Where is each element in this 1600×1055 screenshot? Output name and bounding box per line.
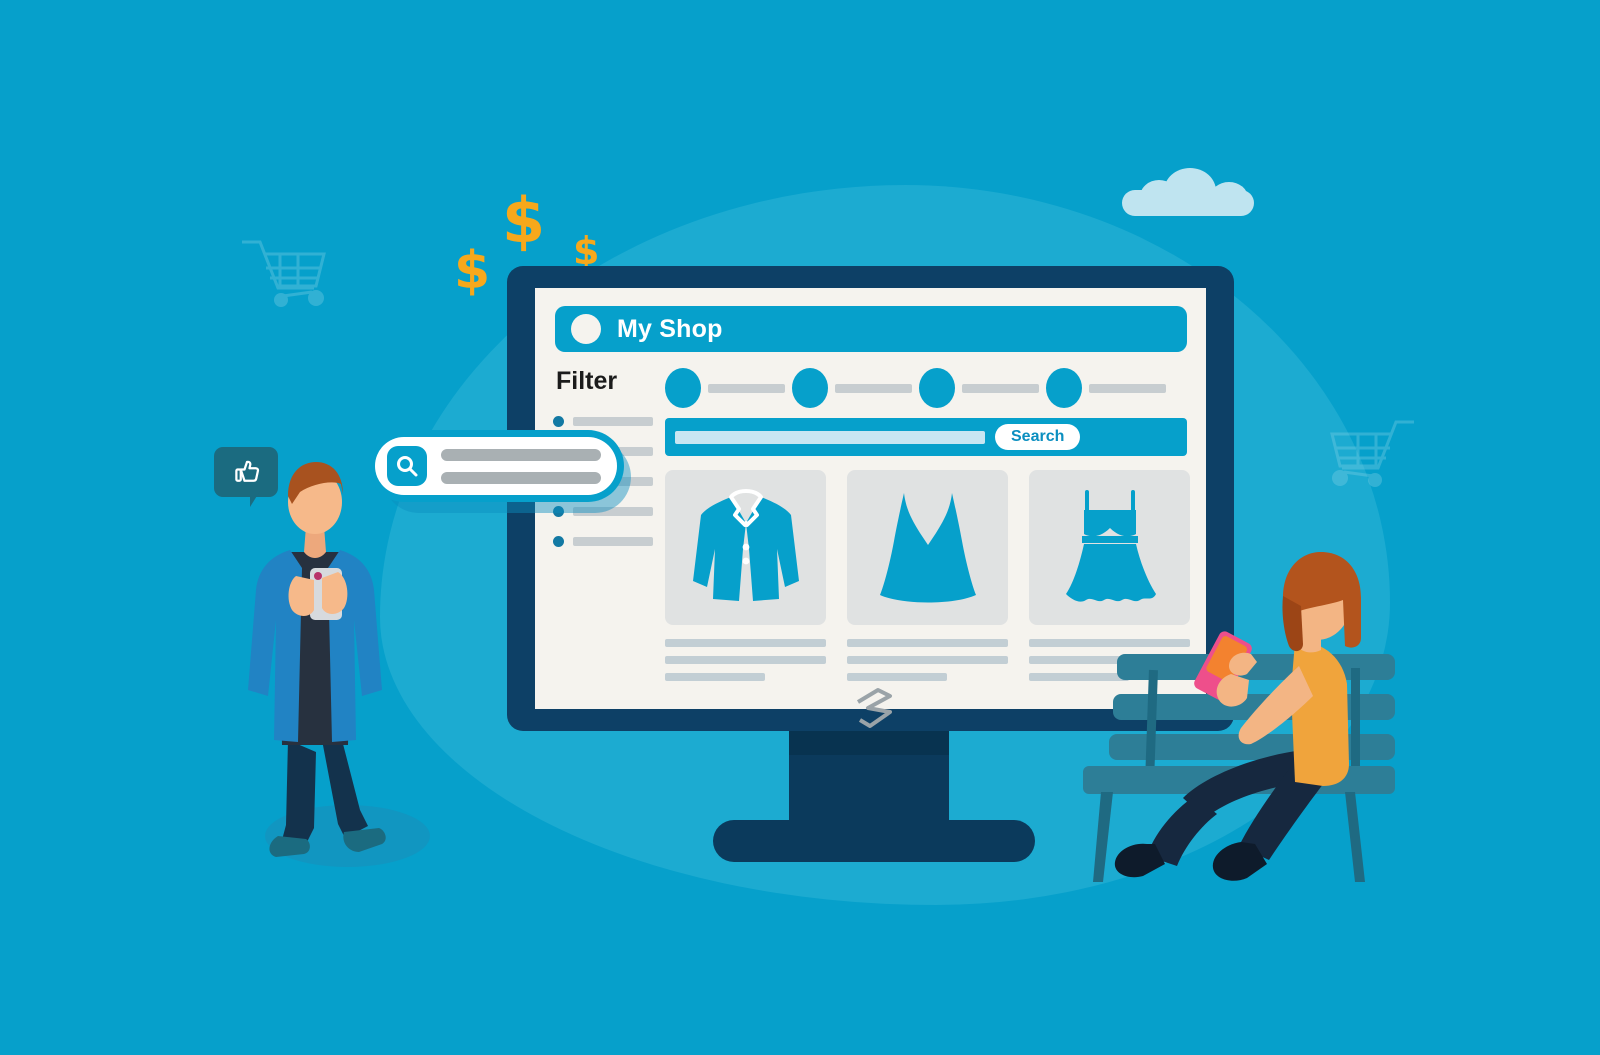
product-thumbnail (847, 470, 1008, 625)
dollar-sign-medium: $ (454, 241, 491, 301)
illustration-canvas: $ $ $ My Shop Filter Search (0, 0, 1600, 1055)
text-line (847, 673, 947, 681)
text-line (847, 639, 1008, 647)
product-thumbnail (665, 470, 826, 625)
search-button[interactable]: Search (995, 424, 1081, 450)
dollar-sign-large: $ (502, 184, 546, 257)
text-line (665, 673, 765, 681)
product-card-blazer[interactable] (665, 470, 826, 690)
filter-dot-3[interactable] (919, 368, 955, 408)
input-placeholder-line (441, 448, 601, 461)
filter-bar-3 (962, 383, 1039, 393)
filter-dot-2[interactable] (792, 368, 828, 408)
text-line (665, 639, 826, 647)
filter-dot-4[interactable] (1046, 368, 1082, 408)
standing-man-with-phone (210, 440, 440, 870)
shopping-cart-icon (238, 236, 330, 312)
text-line (847, 656, 1008, 664)
input-placeholder-line (441, 471, 601, 484)
product-text-lines (847, 639, 1008, 681)
user-avatar-circle[interactable] (571, 314, 601, 344)
search-bar-row: Search (665, 418, 1187, 456)
dollar-sign-small: $ (573, 229, 600, 273)
product-card-halter-dress[interactable] (847, 470, 1008, 690)
text-line (665, 656, 826, 664)
halter-dress-icon (879, 490, 976, 602)
shopping-cart-icon (1326, 416, 1418, 492)
filter-label: Filter (556, 367, 618, 395)
shop-title: My Shop (617, 314, 723, 343)
product-text-lines (665, 639, 826, 681)
monitor-brand-logo-icon (852, 686, 896, 732)
bullet-dot-icon (553, 536, 564, 547)
seated-woman-with-phone (1055, 550, 1395, 890)
sidebar-item-filter-option-5[interactable] (553, 536, 653, 547)
blazer-jacket-icon (692, 488, 799, 601)
cloud-icon (1122, 168, 1254, 216)
filter-dot-1[interactable] (665, 368, 701, 408)
filter-bar-4 (1089, 383, 1166, 393)
floating-search-input[interactable] (441, 448, 601, 484)
sidebar-item-label (573, 537, 653, 546)
sidebar-item-label (573, 417, 653, 426)
filter-bar-1 (708, 383, 785, 393)
shop-header-bar: My Shop (555, 306, 1187, 352)
filter-bar-2 (835, 383, 912, 393)
search-input[interactable] (675, 430, 985, 444)
bullet-dot-icon (553, 416, 564, 427)
monitor-stand-base (713, 820, 1035, 862)
sidebar-item-filter-option-1[interactable] (553, 416, 653, 427)
filter-chip-row (665, 368, 1187, 408)
